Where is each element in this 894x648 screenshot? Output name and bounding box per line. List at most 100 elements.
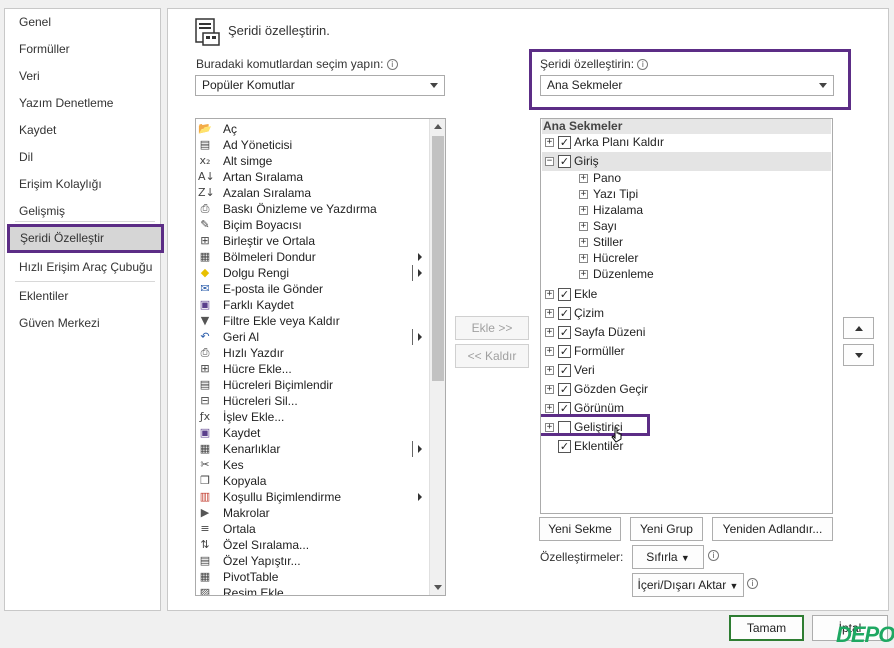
tab-checkbox[interactable]: ✓ bbox=[558, 440, 571, 453]
reset-button[interactable]: Sıfırla ▼ bbox=[632, 545, 704, 569]
command-item[interactable]: ⇅ Özel Sıralama... bbox=[196, 537, 428, 553]
tab-checkbox[interactable]: ✓ bbox=[558, 383, 571, 396]
commands-source-dropdown[interactable]: Popüler Komutlar bbox=[195, 75, 445, 96]
scroll-up-button[interactable] bbox=[430, 119, 445, 135]
command-item[interactable]: ⊞ Birleştir ve Ortala bbox=[196, 233, 428, 249]
expand-icon[interactable]: + bbox=[545, 290, 554, 299]
commands-list[interactable]: 📂 Aç ▤ Ad Yöneticisi x₂ Alt simge A↓ Artan Sıra… bbox=[195, 118, 446, 596]
ribbon-group-item[interactable]: + Hizalama bbox=[542, 202, 831, 218]
ribbon-group-item[interactable]: + Pano bbox=[542, 170, 831, 186]
command-item[interactable]: ⊟ Hücreleri Sil... bbox=[196, 393, 428, 409]
ribbon-group-item[interactable]: + Stiller bbox=[542, 234, 831, 250]
ribbon-tab-item[interactable]: + ✓ Arka Planı Kaldır bbox=[542, 133, 831, 152]
nav-item-5[interactable]: Dil bbox=[6, 145, 160, 169]
ribbon-tab-item[interactable]: ✓ Eklentiler bbox=[542, 437, 831, 456]
command-item[interactable]: ▼ Filtre Ekle veya Kaldır bbox=[196, 313, 428, 329]
command-item[interactable]: Z↓ Azalan Sıralama bbox=[196, 185, 428, 201]
new-group-button[interactable]: Yeni Grup bbox=[630, 517, 703, 541]
command-item[interactable]: ▦ PivotTable bbox=[196, 569, 428, 585]
move-up-button[interactable] bbox=[843, 317, 874, 339]
command-item[interactable]: ❐ Kopyala bbox=[196, 473, 428, 489]
expand-icon[interactable]: + bbox=[545, 138, 554, 147]
tab-checkbox[interactable]: ✓ bbox=[558, 136, 571, 149]
expand-icon[interactable]: + bbox=[545, 347, 554, 356]
ribbon-group-item[interactable]: + Düzenleme bbox=[542, 266, 831, 282]
import-export-button[interactable]: İçeri/Dışarı Aktar ▼ bbox=[632, 573, 744, 597]
ribbon-tab-item[interactable]: + ✓ Çizim bbox=[542, 304, 831, 323]
tab-checkbox[interactable]: ✓ bbox=[558, 307, 571, 320]
expand-icon[interactable]: + bbox=[545, 366, 554, 375]
command-item[interactable]: ✎ Biçim Boyacısı bbox=[196, 217, 428, 233]
command-item[interactable]: ƒx İşlev Ekle... bbox=[196, 409, 428, 425]
command-item[interactable]: ≡ Ortala bbox=[196, 521, 428, 537]
nav-item-6[interactable]: Erişim Kolaylığı bbox=[6, 172, 160, 196]
nav-item-9[interactable]: Hızlı Erişim Araç Çubuğu bbox=[6, 255, 160, 279]
command-item[interactable]: ✂ Kes bbox=[196, 457, 428, 473]
new-tab-button[interactable]: Yeni Sekme bbox=[539, 517, 621, 541]
expand-icon[interactable]: + bbox=[579, 270, 588, 279]
ribbon-group-item[interactable]: + Sayı bbox=[542, 218, 831, 234]
command-item[interactable]: ▤ Hücreleri Biçimlendir bbox=[196, 377, 428, 393]
scroll-thumb[interactable] bbox=[432, 136, 444, 381]
commands-scrollbar[interactable] bbox=[429, 119, 445, 595]
collapse-icon[interactable]: − bbox=[545, 157, 554, 166]
ribbon-tab-item[interactable]: + ✓ Veri bbox=[542, 361, 831, 380]
ribbon-tab-item[interactable]: + ✓ Gözden Geçir bbox=[542, 380, 831, 399]
remove-button[interactable]: << Kaldır bbox=[455, 344, 529, 368]
command-item[interactable]: ⎙ Hızlı Yazdır bbox=[196, 345, 428, 361]
expand-icon[interactable]: + bbox=[545, 309, 554, 318]
tab-checkbox[interactable]: ✓ bbox=[558, 345, 571, 358]
expand-icon[interactable]: + bbox=[579, 254, 588, 263]
ribbon-tab-item[interactable]: + ✓ Sayfa Düzeni bbox=[542, 323, 831, 342]
expand-icon[interactable]: + bbox=[545, 385, 554, 394]
ribbon-group-item[interactable]: + Yazı Tipi bbox=[542, 186, 831, 202]
nav-item-7[interactable]: Gelişmiş bbox=[6, 199, 160, 223]
command-item[interactable]: ▶ Makrolar bbox=[196, 505, 428, 521]
expand-icon[interactable]: + bbox=[579, 238, 588, 247]
move-down-button[interactable] bbox=[843, 344, 874, 366]
expand-icon[interactable]: + bbox=[579, 190, 588, 199]
command-item[interactable]: ⊞ Hücre Ekle... bbox=[196, 361, 428, 377]
command-item[interactable]: ▦ Kenarlıklar bbox=[196, 441, 428, 457]
expand-icon[interactable]: + bbox=[579, 206, 588, 215]
nav-item-2[interactable]: Veri bbox=[6, 64, 160, 88]
command-item[interactable]: ▣ Kaydet bbox=[196, 425, 428, 441]
command-item[interactable]: x₂ Alt simge bbox=[196, 153, 428, 169]
ok-button[interactable]: Tamam bbox=[729, 615, 804, 641]
nav-item-4[interactable]: Kaydet bbox=[6, 118, 160, 142]
command-item[interactable]: A↓ Artan Sıralama bbox=[196, 169, 428, 185]
command-item[interactable]: ▦ Bölmeleri Dondur bbox=[196, 249, 428, 265]
command-item[interactable]: ▣ Farklı Kaydet bbox=[196, 297, 428, 313]
expand-icon[interactable]: + bbox=[545, 328, 554, 337]
nav-item-10[interactable]: Eklentiler bbox=[6, 284, 160, 308]
command-item[interactable]: ◆ Dolgu Rengi bbox=[196, 265, 428, 281]
tab-checkbox[interactable]: ✓ bbox=[558, 155, 571, 168]
command-item[interactable]: ▥ Koşullu Biçimlendirme bbox=[196, 489, 428, 505]
tab-checkbox[interactable]: ✓ bbox=[558, 288, 571, 301]
expand-icon[interactable]: + bbox=[579, 174, 588, 183]
tab-checkbox[interactable]: ✓ bbox=[558, 364, 571, 377]
nav-item-1[interactable]: Formüller bbox=[6, 37, 160, 61]
add-button[interactable]: Ekle >> bbox=[455, 316, 529, 340]
tab-checkbox[interactable]: ✓ bbox=[558, 326, 571, 339]
nav-item-0[interactable]: Genel bbox=[6, 10, 160, 34]
ribbon-tree[interactable]: Ana Sekmeler + ✓ Arka Planı Kaldır − ✓ Giriş + P… bbox=[540, 118, 833, 514]
command-item[interactable]: 📂 Aç bbox=[196, 121, 428, 137]
ribbon-group-item[interactable]: + Hücreler bbox=[542, 250, 831, 266]
rename-button[interactable]: Yeniden Adlandır... bbox=[712, 517, 833, 541]
expand-icon[interactable]: + bbox=[545, 404, 554, 413]
command-item[interactable]: ▤ Özel Yapıştır... bbox=[196, 553, 428, 569]
ribbon-tab-item[interactable]: + ✓ Formüller bbox=[542, 342, 831, 361]
command-item[interactable]: ⎙ Baskı Önizleme ve Yazdırma bbox=[196, 201, 428, 217]
ribbon-tab-item[interactable]: − ✓ Giriş bbox=[542, 152, 831, 171]
command-item[interactable]: ↶ Geri Al bbox=[196, 329, 428, 345]
scroll-down-button[interactable] bbox=[430, 579, 445, 595]
expand-icon[interactable]: + bbox=[579, 222, 588, 231]
command-item[interactable]: ▤ Ad Yöneticisi bbox=[196, 137, 428, 153]
nav-item-8[interactable]: Şeridi Özelleştir bbox=[7, 224, 164, 253]
nav-item-11[interactable]: Güven Merkezi bbox=[6, 311, 160, 335]
ribbon-tab-item[interactable]: + ✓ Ekle bbox=[542, 285, 831, 304]
ribbon-tabs-dropdown[interactable]: Ana Sekmeler bbox=[540, 75, 834, 96]
command-item[interactable]: ✉ E-posta ile Gönder bbox=[196, 281, 428, 297]
nav-item-3[interactable]: Yazım Denetleme bbox=[6, 91, 160, 115]
